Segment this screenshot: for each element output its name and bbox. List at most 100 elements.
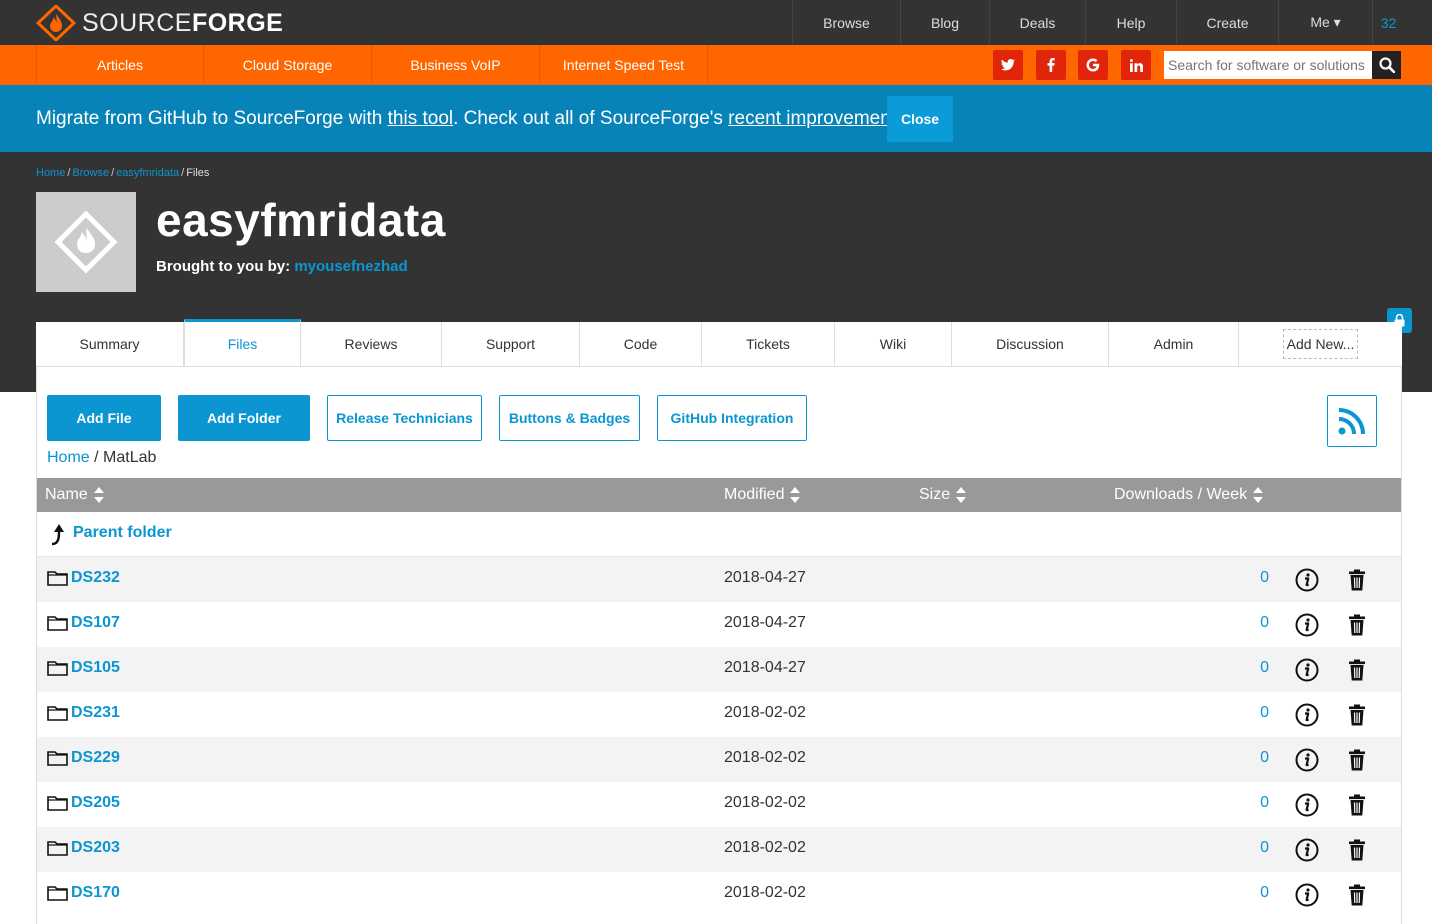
recent-improvements-link[interactable]: recent improvements. [728,108,911,129]
breadcrumb-home[interactable]: Home [36,167,65,179]
info-button[interactable] [1295,658,1319,687]
tab-reviews[interactable]: Reviews [301,322,442,366]
project-author-line: Brought to you by: myousefnezhad [156,258,408,275]
delete-button[interactable] [1348,749,1366,776]
this-tool-link[interactable]: this tool [388,108,453,129]
column-downloads[interactable]: Downloads / Week [1114,478,1264,512]
nav-create[interactable]: Create [1176,0,1278,45]
trash-icon [1349,839,1365,861]
folder-icon [47,751,68,766]
link-cloud-storage[interactable]: Cloud Storage [204,45,372,85]
info-button[interactable] [1295,703,1319,732]
folder-link[interactable]: DS107 [47,614,120,632]
downloads-count[interactable]: 0 [1217,839,1269,857]
info-button[interactable] [1295,883,1319,912]
tab-add-new[interactable]: Add New... [1239,322,1402,366]
path-home-link[interactable]: Home [47,449,90,466]
table-row: DS107 2018-04-27 0 [37,602,1401,647]
info-button[interactable] [1295,568,1319,597]
delete-button[interactable] [1348,614,1366,641]
tab-tickets[interactable]: Tickets [702,322,835,366]
downloads-count[interactable]: 0 [1217,569,1269,587]
folder-link[interactable]: DS205 [47,794,120,812]
author-link[interactable]: myousefnezhad [294,258,407,275]
twitter-icon[interactable] [993,50,1023,80]
add-folder-button[interactable]: Add Folder [178,395,310,441]
column-name-label: Name [45,486,88,503]
folder-name: DS232 [71,569,120,586]
release-technicians-button[interactable]: Release Technicians [327,395,482,441]
delete-button[interactable] [1348,884,1366,911]
search-button[interactable] [1372,51,1401,79]
nav-me-dropdown[interactable]: Me ▾ [1278,0,1372,45]
folder-link[interactable]: DS229 [47,749,120,767]
search-input[interactable] [1164,51,1372,79]
github-integration-button[interactable]: GitHub Integration [657,395,807,441]
rss-feed-button[interactable] [1327,395,1377,447]
rss-icon [1338,408,1365,435]
folder-link[interactable]: DS203 [47,839,120,857]
delete-button[interactable] [1348,569,1366,596]
folder-link[interactable]: DS105 [47,659,120,677]
column-modified[interactable]: Modified [724,478,801,512]
tab-wiki[interactable]: Wiki [835,322,952,366]
trash-icon [1349,569,1365,591]
notification-count[interactable]: 32 [1372,0,1432,45]
project-title: easyfmridata [156,194,446,246]
downloads-count[interactable]: 0 [1217,794,1269,812]
info-button[interactable] [1295,838,1319,867]
tab-discussion[interactable]: Discussion [952,322,1109,366]
downloads-count[interactable]: 0 [1217,884,1269,902]
folder-name: DS205 [71,794,120,811]
info-button[interactable] [1295,793,1319,822]
sort-icon [790,487,801,503]
delete-button[interactable] [1348,794,1366,821]
buttons-badges-button[interactable]: Buttons & Badges [499,395,640,441]
link-articles[interactable]: Articles [37,45,204,85]
breadcrumb: Home / Browse / easyfmridata / Files [36,167,210,179]
folder-link[interactable]: DS232 [47,569,120,587]
sub-nav-links: Articles Cloud Storage Business VoIP Int… [36,45,708,85]
nav-deals[interactable]: Deals [989,0,1085,45]
facebook-icon[interactable] [1036,50,1066,80]
downloads-count[interactable]: 0 [1217,704,1269,722]
downloads-count[interactable]: 0 [1217,659,1269,677]
link-business-voip[interactable]: Business VoIP [372,45,540,85]
link-internet-speed-test[interactable]: Internet Speed Test [540,45,708,85]
delete-button[interactable] [1348,704,1366,731]
nav-blog[interactable]: Blog [900,0,989,45]
google-icon[interactable] [1078,50,1108,80]
tab-summary[interactable]: Summary [36,322,184,366]
sort-icon [956,487,967,503]
path-separator: / [89,449,104,466]
notice-text: Migrate from GitHub to SourceForge with … [36,108,911,130]
tab-files[interactable]: Files [184,319,301,366]
parent-folder-link[interactable]: Parent folder [73,524,172,542]
breadcrumb-project[interactable]: easyfmridata [116,167,179,179]
info-icon [1295,748,1319,772]
folder-link[interactable]: DS231 [47,704,120,722]
nav-browse[interactable]: Browse [792,0,900,45]
linkedin-icon[interactable] [1121,50,1151,80]
add-file-button[interactable]: Add File [47,395,161,441]
info-button[interactable] [1295,613,1319,642]
tab-admin[interactable]: Admin [1109,322,1239,366]
folder-link[interactable]: DS170 [47,884,120,902]
delete-button[interactable] [1348,839,1366,866]
column-size[interactable]: Size [919,478,967,512]
nav-help[interactable]: Help [1085,0,1176,45]
downloads-count[interactable]: 0 [1217,749,1269,767]
folder-name: DS170 [71,884,120,901]
delete-button[interactable] [1348,659,1366,686]
breadcrumb-browse[interactable]: Browse [72,167,109,179]
tab-support[interactable]: Support [442,322,580,366]
modified-date: 2018-02-02 [724,839,806,856]
close-notice-button[interactable]: Close [887,96,953,142]
parent-folder-row[interactable]: Parent folder [37,512,1401,557]
downloads-count[interactable]: 0 [1217,614,1269,632]
sourceforge-logo[interactable]: SOURCEFORGE [36,4,283,42]
modified-date: 2018-02-02 [724,794,806,811]
column-name[interactable]: Name [45,478,104,512]
info-button[interactable] [1295,748,1319,777]
tab-code[interactable]: Code [580,322,702,366]
